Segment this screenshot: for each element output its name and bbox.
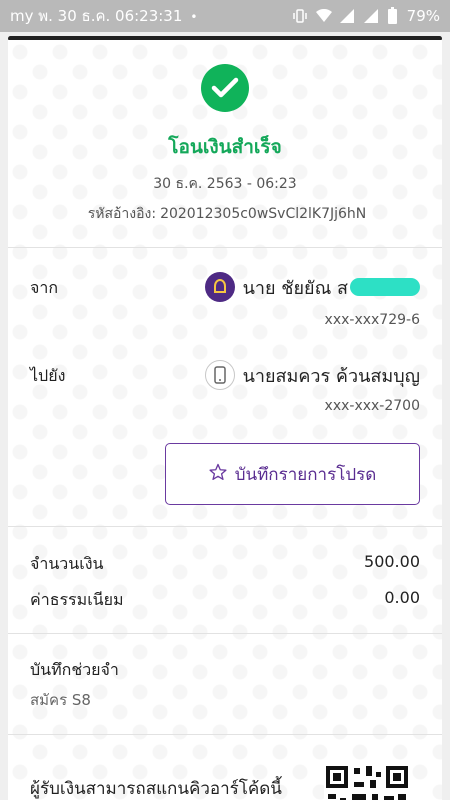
amount-label: จำนวนเงิน <box>30 554 104 573</box>
save-favorite-button[interactable]: บันทึกรายการโปรด <box>165 443 420 505</box>
star-icon <box>209 463 227 486</box>
transfer-receipt: โอนเงินสำเร็จ 30 ธ.ค. 2563 - 06:23 รหัสอ… <box>8 40 442 800</box>
to-account: นายสมควร ค้วนสมบุญ <box>204 360 420 390</box>
qr-instruction: ผู้รับเงินสามารถสแกนคิวอาร์โค้ดนี้ <box>30 779 282 799</box>
signal-icon <box>339 9 354 23</box>
qr-code <box>324 764 410 800</box>
transfer-datetime: 30 ธ.ค. 2563 - 06:23 <box>153 176 297 192</box>
battery-icon <box>387 6 397 24</box>
redaction-mask <box>350 278 420 296</box>
divider <box>8 247 442 248</box>
success-title: โอนเงินสำเร็จ <box>168 136 282 158</box>
from-label: จาก <box>30 278 59 297</box>
from-account: นาย ชัยยัณ ส <box>204 272 420 302</box>
notification-dot: • <box>190 10 198 24</box>
reference-code: รหัสอ้างอิง: 202012305c0wSvCl2lK7Jj6hN <box>87 206 367 222</box>
divider <box>8 526 442 527</box>
to-account-number: xxx-xxx-2700 <box>324 398 420 414</box>
to-name: นายสมควร ค้วนสมบุญ <box>242 365 420 387</box>
memo-value: สมัคร S8 <box>30 691 91 709</box>
wifi-icon <box>315 8 332 23</box>
from-name: นาย ชัยยัณ ส <box>242 277 348 299</box>
divider <box>8 633 442 634</box>
scb-bank-logo-icon <box>204 272 235 302</box>
status-bar-icons: 79% <box>292 6 440 25</box>
memo-label: บันทึกช่วยจำ <box>30 660 119 679</box>
check-circle-icon <box>201 64 249 112</box>
amount-value: 500.00 <box>364 552 420 571</box>
status-bar-time: my พ. 30 ธ.ค. 06:23:31 • <box>10 7 198 25</box>
to-label: ไปยัง <box>30 366 66 385</box>
divider <box>8 734 442 735</box>
fee-label: ค่าธรรมเนียม <box>30 590 124 609</box>
battery-percent: 79% <box>406 7 440 25</box>
vibrate-icon <box>292 9 307 23</box>
mobile-phone-icon <box>204 360 235 390</box>
save-favorite-label: บันทึกรายการโปรด <box>234 464 377 485</box>
signal-2-icon <box>363 9 378 23</box>
status-bar: my พ. 30 ธ.ค. 06:23:31 • 79% <box>0 0 450 32</box>
from-account-number: xxx-xxx729-6 <box>324 312 420 328</box>
fee-value: 0.00 <box>384 588 420 607</box>
